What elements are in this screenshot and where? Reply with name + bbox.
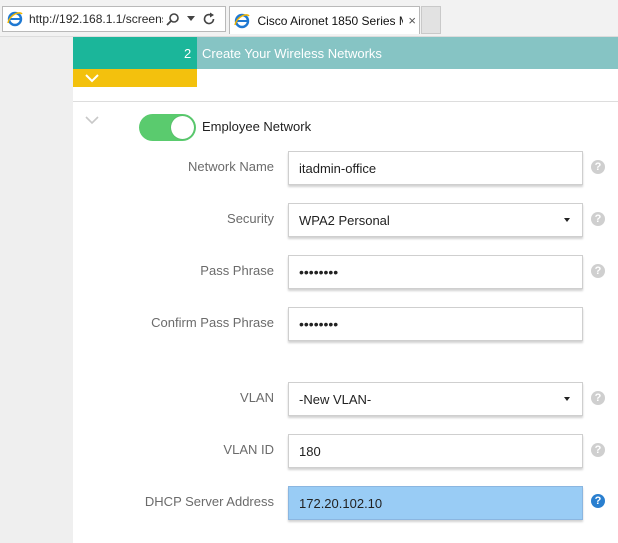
pass-phrase-label: Pass Phrase bbox=[200, 263, 274, 278]
tab-favicon-icon bbox=[232, 11, 251, 31]
wizard-step-indicator bbox=[73, 37, 197, 69]
help-icon[interactable]: ? bbox=[591, 212, 605, 226]
pass-phrase-value: •••••••• bbox=[299, 264, 339, 280]
dhcp-server-address-value: 172.20.102.10 bbox=[299, 495, 383, 511]
security-select[interactable]: WPA2 Personal bbox=[288, 203, 583, 237]
divider bbox=[73, 101, 618, 102]
left-gutter bbox=[0, 37, 73, 543]
confirm-pass-phrase-input[interactable]: •••••••• bbox=[288, 307, 583, 341]
browser-toolbar: http://192.168.1.1/screens/ Cisco Airone… bbox=[0, 0, 618, 37]
confirm-pass-phrase-label: Confirm Pass Phrase bbox=[151, 315, 274, 330]
dhcp-server-address-input[interactable]: 172.20.102.10 bbox=[288, 486, 583, 520]
address-bar[interactable]: http://192.168.1.1/screens/ bbox=[2, 6, 226, 32]
dropdown-arrow-icon[interactable] bbox=[183, 9, 199, 29]
security-value: WPA2 Personal bbox=[299, 212, 390, 228]
step-number: 2 bbox=[184, 46, 192, 61]
dhcp-server-address-label: DHCP Server Address bbox=[144, 494, 274, 509]
step-collapse-toggle[interactable] bbox=[73, 69, 197, 87]
help-icon[interactable]: ? bbox=[591, 443, 605, 457]
help-icon[interactable]: ? bbox=[591, 494, 605, 508]
pass-phrase-input[interactable]: •••••••• bbox=[288, 255, 583, 289]
chevron-down-icon bbox=[85, 73, 99, 82]
vlan-id-label: VLAN ID bbox=[223, 442, 274, 457]
network-title: Employee Network bbox=[202, 119, 312, 134]
caret-down-icon bbox=[564, 397, 570, 401]
wizard-step-bar: 2 Create Your Wireless Networks bbox=[73, 37, 618, 69]
help-icon[interactable]: ? bbox=[591, 391, 605, 405]
vlan-id-input[interactable]: 180 bbox=[288, 434, 583, 468]
confirm-pass-phrase-value: •••••••• bbox=[299, 316, 339, 332]
chevron-down-icon[interactable] bbox=[84, 114, 100, 126]
step-title: Create Your Wireless Networks bbox=[202, 46, 382, 61]
network-enable-toggle[interactable] bbox=[139, 114, 196, 141]
browser-window: http://192.168.1.1/screens/ Cisco Airone… bbox=[0, 0, 618, 543]
vlan-value: -New VLAN- bbox=[299, 391, 372, 407]
toggle-knob bbox=[171, 116, 194, 139]
network-name-value: itadmin-office bbox=[299, 160, 377, 176]
search-icon[interactable] bbox=[165, 9, 181, 29]
internet-explorer-icon bbox=[5, 9, 25, 29]
new-tab-button[interactable] bbox=[421, 6, 441, 34]
tab-title: Cisco Aironet 1850 Series M... bbox=[257, 13, 404, 28]
refresh-icon[interactable] bbox=[201, 9, 217, 29]
help-icon[interactable]: ? bbox=[591, 160, 605, 174]
help-icon[interactable]: ? bbox=[591, 264, 605, 278]
vlan-id-value: 180 bbox=[299, 443, 321, 459]
network-name-label: Network Name bbox=[188, 159, 274, 174]
close-tab-icon[interactable]: × bbox=[405, 13, 419, 28]
security-label: Security bbox=[227, 211, 274, 226]
vlan-label: VLAN bbox=[240, 390, 274, 405]
caret-down-icon bbox=[564, 218, 570, 222]
network-name-input[interactable]: itadmin-office bbox=[288, 151, 583, 185]
browser-tab[interactable]: Cisco Aironet 1850 Series M... × bbox=[229, 6, 420, 34]
vlan-select[interactable]: -New VLAN- bbox=[288, 382, 583, 416]
address-url: http://192.168.1.1/screens/ bbox=[29, 12, 163, 26]
